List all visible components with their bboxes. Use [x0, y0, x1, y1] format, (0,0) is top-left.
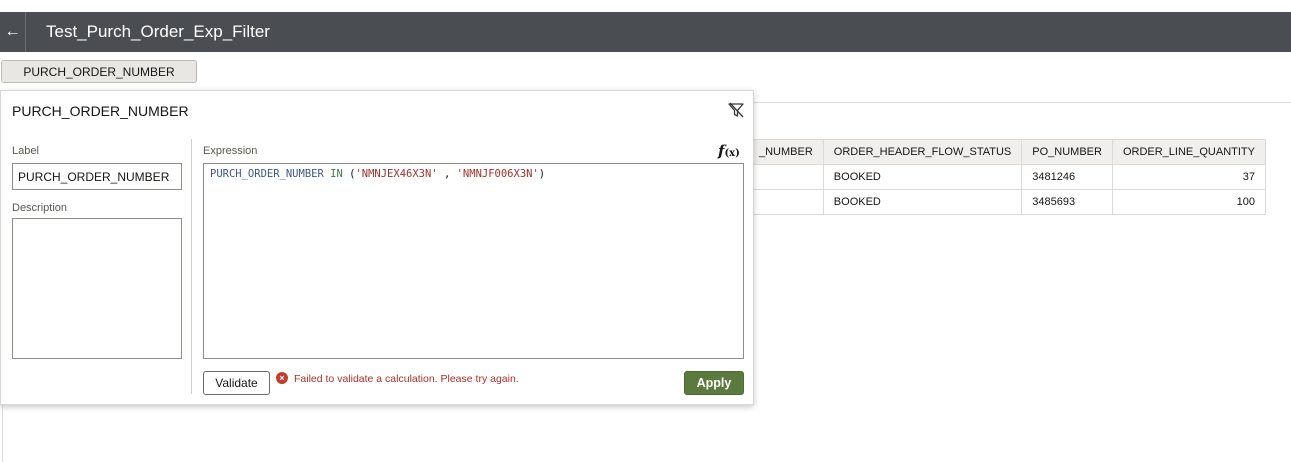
- expression-separator: ,: [443, 168, 451, 180]
- validate-button[interactable]: Validate: [203, 371, 270, 395]
- canvas-divider: [754, 102, 1291, 103]
- function-icon[interactable]: f(x): [718, 142, 740, 160]
- expression-keyword: IN: [330, 168, 343, 180]
- error-message: Failed to validate a calculation. Please…: [294, 373, 519, 385]
- table-header-row: _NUMBER ORDER_HEADER_FLOW_STATUS PO_NUMB…: [748, 139, 1266, 165]
- canvas-edge: [2, 404, 3, 462]
- expression-editor[interactable]: PURCH_ORDER_NUMBER IN ('NMNJEX46X3N' , '…: [203, 163, 744, 359]
- table-cell: [748, 164, 824, 190]
- column-header[interactable]: ORDER_LINE_QUANTITY: [1111, 139, 1266, 165]
- table-cell: 3485693: [1021, 189, 1113, 215]
- table-row: BOOKED 3485693 100: [748, 189, 1266, 215]
- expression-filter-popup: PURCH_ORDER_NUMBER Label PURCH_ORDER_NUM…: [0, 90, 754, 405]
- clear-filter-icon[interactable]: [727, 101, 745, 119]
- arrow-left-icon: ←: [4, 23, 21, 40]
- table-cell: BOOKED: [822, 164, 1023, 190]
- description-field[interactable]: [12, 218, 182, 359]
- table-cell: BOOKED: [822, 189, 1023, 215]
- data-table: _NUMBER ORDER_HEADER_FLOW_STATUS PO_NUMB…: [748, 139, 1266, 215]
- expression-close-paren: ): [538, 168, 546, 180]
- apply-button[interactable]: Apply: [684, 371, 744, 395]
- table-row: BOOKED 3481246 37: [748, 164, 1266, 190]
- column-header[interactable]: _NUMBER: [748, 139, 824, 165]
- column-header[interactable]: ORDER_HEADER_FLOW_STATUS: [822, 139, 1023, 165]
- table-cell: [748, 189, 824, 215]
- table-cell: 37: [1111, 164, 1266, 190]
- panel-divider: [191, 139, 192, 394]
- expression-value: 'NMNJF006X3N': [456, 168, 539, 180]
- label-field[interactable]: PURCH_ORDER_NUMBER: [12, 163, 182, 190]
- function-sub: (x): [724, 148, 740, 159]
- expression-column: PURCH_ORDER_NUMBER: [210, 168, 324, 180]
- label-caption: Label: [12, 145, 39, 157]
- expression-value: 'NMNJEX46X3N': [355, 168, 438, 180]
- table-cell: 3481246: [1021, 164, 1113, 190]
- table-cell: 100: [1111, 189, 1266, 215]
- expression-caption: Expression: [203, 145, 258, 157]
- popup-title: PURCH_ORDER_NUMBER: [12, 103, 189, 119]
- error-icon: ×: [276, 372, 288, 384]
- page-title: Test_Purch_Order_Exp_Filter: [46, 22, 270, 41]
- top-bar: ← Test_Purch_Order_Exp_Filter: [0, 12, 1291, 52]
- filter-pill[interactable]: PURCH_ORDER_NUMBER: [1, 60, 197, 83]
- description-caption: Description: [12, 202, 68, 214]
- column-header[interactable]: PO_NUMBER: [1021, 139, 1113, 165]
- back-button[interactable]: ←: [0, 12, 26, 52]
